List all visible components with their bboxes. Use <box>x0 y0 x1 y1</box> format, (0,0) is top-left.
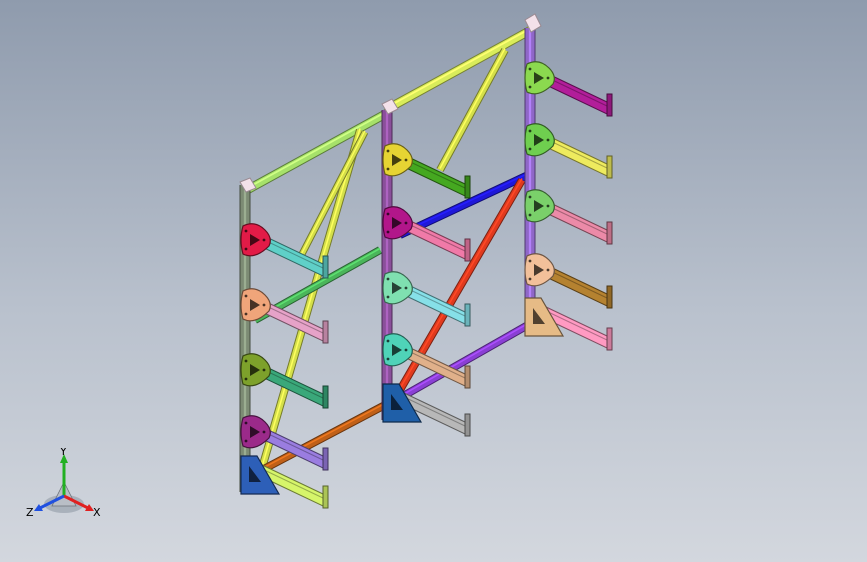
bolt-2-2-2 <box>546 204 550 208</box>
view-orientation-triad[interactable]: Y X Z <box>22 448 106 526</box>
bolt-0-1-0 <box>244 294 248 298</box>
rack-plates <box>240 61 565 495</box>
bolt-1-3-2 <box>404 348 408 352</box>
top-beam-left <box>245 108 391 194</box>
bolt-1-1-1 <box>386 230 390 234</box>
bolt-0-3-0 <box>244 421 248 425</box>
arm-stop-0-2 <box>322 385 329 409</box>
arm-stop-1-3 <box>464 365 471 389</box>
cantilever-rack-model[interactable] <box>0 0 867 562</box>
bolt-0-1-2 <box>262 303 266 307</box>
y-axis-label: Y <box>59 448 67 458</box>
bolt-2-3-2 <box>546 268 550 272</box>
bolt-0-2-0 <box>244 359 248 363</box>
graphics-viewport[interactable]: Y X Z <box>0 0 867 562</box>
bolt-0-2-1 <box>244 377 248 381</box>
bolt-2-0-1 <box>528 85 532 89</box>
bolt-1-0-0 <box>386 149 390 153</box>
x-axis-label: X <box>93 506 101 519</box>
top-beam-right-highlight <box>388 27 532 108</box>
bolt-0-3-1 <box>244 439 248 443</box>
bolt-2-2-1 <box>528 213 532 217</box>
bolt-1-3-1 <box>386 357 390 361</box>
bolt-1-2-0 <box>386 277 390 281</box>
arm-stop-0-3 <box>322 447 329 471</box>
bolt-1-2-2 <box>404 286 408 290</box>
arm-stop-1-1 <box>464 238 471 262</box>
bolt-1-0-1 <box>386 167 390 171</box>
bolt-0-1-1 <box>244 312 248 316</box>
bolt-1-2-1 <box>386 295 390 299</box>
arm-stop-1-0 <box>464 175 471 199</box>
arm-stop-0-4 <box>322 485 329 509</box>
bolt-1-1-2 <box>404 221 408 225</box>
bolt-2-3-1 <box>528 277 532 281</box>
arm-stop-2-0 <box>606 93 613 117</box>
bolt-2-2-0 <box>528 195 532 199</box>
bolt-1-3-0 <box>386 339 390 343</box>
arm-stop-2-3 <box>606 285 613 309</box>
bolt-0-0-0 <box>244 229 248 233</box>
arm-stop-2-2 <box>606 221 613 245</box>
bolt-2-1-2 <box>546 138 550 142</box>
bolt-1-0-2 <box>404 158 408 162</box>
arm-stop-2-1 <box>606 155 613 179</box>
bolt-2-0-0 <box>528 67 532 71</box>
top-beam-left-highlight <box>246 109 390 190</box>
arm-stop-0-0 <box>322 255 329 279</box>
bolt-2-3-0 <box>528 259 532 263</box>
bolt-2-1-1 <box>528 147 532 151</box>
z-axis-label: Z <box>26 506 34 519</box>
arm-stop-2-4 <box>606 327 613 351</box>
bolt-0-0-1 <box>244 247 248 251</box>
bolt-1-1-0 <box>386 212 390 216</box>
arm-stop-1-2 <box>464 303 471 327</box>
arm-stop-0-1 <box>322 320 329 344</box>
bolt-2-0-2 <box>546 76 550 80</box>
arm-stop-1-4 <box>464 413 471 437</box>
bolt-0-3-2 <box>262 430 266 434</box>
bolt-0-0-2 <box>262 238 266 242</box>
bolt-2-1-0 <box>528 129 532 133</box>
top-beam-right <box>387 26 533 112</box>
bolt-0-2-2 <box>262 368 266 372</box>
